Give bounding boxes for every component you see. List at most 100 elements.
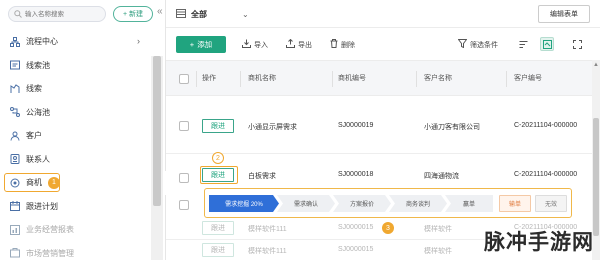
contact-icon: [10, 154, 20, 165]
sidebar-item-business-report[interactable]: 业务经营报表: [0, 218, 166, 242]
follow-button[interactable]: 跟进: [202, 119, 234, 133]
plan-icon: [10, 201, 20, 212]
header-opportunity-name: 商机名称: [248, 75, 276, 82]
column-divider: [506, 71, 507, 87]
card-view-icon[interactable]: [540, 37, 554, 51]
opportunity-code: SJ0000019: [338, 122, 374, 129]
sidebar-menu: 流程中心 › 线索池 线索 公海池 客户 联系人 商机 1 跟进计划 业务经营报…: [0, 30, 166, 260]
opportunity-name[interactable]: 模样软件111: [248, 246, 287, 256]
sidebar-search-row: + 新建: [8, 6, 158, 22]
row-checkbox[interactable]: [179, 121, 189, 131]
import-label: 导入: [254, 41, 268, 49]
opportunity-name[interactable]: 白板需求: [248, 171, 276, 181]
sidebar-item-label: 线索池: [26, 60, 50, 70]
row-checkbox[interactable]: [179, 173, 189, 183]
sidebar-item-contact[interactable]: 联系人: [0, 148, 166, 172]
table-view-icon: [176, 8, 186, 20]
marketing-icon: [10, 248, 20, 258]
plus-icon: +: [189, 40, 195, 49]
sidebar-item-label: 联系人: [26, 154, 50, 164]
export-icon: [286, 38, 295, 50]
import-button[interactable]: 导入: [242, 38, 268, 51]
trash-icon: [330, 39, 338, 50]
export-button[interactable]: 导出: [286, 38, 312, 51]
sort-icon[interactable]: [516, 37, 530, 51]
customer-code: C-20211104-000000: [514, 171, 578, 178]
opportunity-name[interactable]: 小通显示屏需求: [248, 122, 297, 132]
sidebar-item-label: 客户: [26, 131, 42, 141]
row-checkbox[interactable]: [179, 200, 189, 210]
stage-solution-quote[interactable]: 方案报价: [333, 195, 391, 212]
customer-name[interactable]: 模样软件: [424, 246, 452, 256]
new-button[interactable]: + 新建: [113, 6, 153, 22]
chevron-right-icon: ›: [137, 36, 140, 46]
sidebar-item-follow-plan[interactable]: 跟进计划: [0, 195, 166, 219]
opportunity-name[interactable]: 模样软件111: [248, 224, 287, 234]
report-icon: [10, 224, 20, 235]
select-all-checkbox[interactable]: [179, 74, 189, 84]
customer-code: C-20211104-000000: [514, 122, 578, 129]
add-button[interactable]: + 添加: [176, 36, 226, 53]
sidebar-item-customer[interactable]: 客户: [0, 124, 166, 148]
scroll-up-icon[interactable]: ▲: [593, 62, 599, 68]
filter-icon: [457, 39, 468, 50]
toolbar: + 添加 导入 导出 删除 筛选条件: [166, 28, 600, 60]
stage-business-negotiation[interactable]: 商务谈判: [389, 195, 447, 212]
column-divider: [416, 71, 417, 87]
sidebar-item-process-center[interactable]: 流程中心 ›: [0, 30, 166, 54]
header-customer-name: 客户名称: [424, 75, 452, 82]
sidebar-item-opportunity[interactable]: 商机 1: [0, 171, 166, 195]
stage-invalid[interactable]: 无效: [535, 195, 567, 212]
stage-label: 输单: [508, 202, 521, 208]
customer-name[interactable]: 模样软件: [424, 224, 452, 234]
table-row[interactable]: 跟进 小通显示屏需求 SJ0000019 小通刀客有限公司 C-20211104…: [166, 98, 600, 154]
plus-icon: +: [122, 10, 128, 18]
stage-lose[interactable]: 输单: [499, 195, 531, 212]
column-divider: [196, 71, 197, 87]
sidebar: + 新建 « 流程中心 › 线索池 线索 公海池 客户 联系人: [0, 0, 166, 260]
fullscreen-icon[interactable]: [570, 37, 584, 51]
sidebar-item-marketing[interactable]: 市场营销管理: [0, 242, 166, 260]
main-panel: 全部 ⌄ 编辑表单 + 添加 导入 导出 删除 筛选条件 操作 商机名称 商机编…: [166, 0, 600, 260]
stage-win[interactable]: 赢单: [445, 195, 493, 212]
sidebar-item-clue[interactable]: 线索: [0, 77, 166, 101]
stage-label: 需求确认: [293, 202, 318, 208]
delete-button[interactable]: 删除: [330, 38, 355, 51]
header-action: 操作: [202, 75, 216, 82]
follow-button[interactable]: 跟进: [202, 243, 234, 257]
follow-button[interactable]: 跟进: [202, 168, 234, 182]
column-divider: [332, 71, 333, 87]
sidebar-item-clue-pool[interactable]: 线索池: [0, 54, 166, 78]
stage-requirement-mining[interactable]: 需求挖掘 20%: [209, 195, 279, 212]
table-scroll-thumb[interactable]: [593, 118, 599, 236]
stage-requirement-confirm[interactable]: 需求确认: [277, 195, 335, 212]
new-button-label: 新建: [129, 11, 144, 18]
sidebar-item-public-sea[interactable]: 公海池: [0, 101, 166, 125]
chevron-down-icon: ⌄: [242, 9, 249, 19]
collapse-sidebar-icon[interactable]: «: [157, 6, 163, 17]
table-header: 操作 商机名称 商机编号 客户名称 客户编号: [166, 60, 600, 96]
clue-icon: [10, 84, 20, 94]
search-input[interactable]: [25, 9, 103, 20]
filter-button[interactable]: 筛选条件: [457, 38, 498, 51]
customer-name[interactable]: 小通刀客有限公司: [424, 122, 480, 132]
pool-icon: [10, 60, 20, 70]
follow-button[interactable]: 跟进: [202, 221, 234, 235]
add-button-label: 添加: [197, 40, 213, 49]
view-select[interactable]: 全部 ⌄: [176, 5, 280, 23]
stage-label: 赢单: [462, 202, 475, 208]
export-label: 导出: [298, 41, 312, 49]
sidebar-scroll-thumb[interactable]: [153, 56, 161, 206]
customer-name[interactable]: 四海通物流: [424, 171, 459, 181]
highlight-box: [4, 173, 60, 192]
stage-label: 商务谈判: [405, 202, 430, 208]
header-opportunity-code: 商机编号: [338, 75, 366, 82]
topbar: 全部 ⌄ 编辑表单: [166, 0, 600, 28]
search-icon: [14, 10, 22, 18]
customer-icon: [10, 131, 20, 141]
edit-form-button[interactable]: 编辑表单: [538, 5, 590, 23]
sidebar-item-label: 流程中心: [26, 37, 58, 47]
search-box[interactable]: [8, 6, 106, 22]
sidebar-item-label: 线索: [26, 84, 42, 94]
opportunity-code: SJ0000015: [338, 224, 374, 231]
